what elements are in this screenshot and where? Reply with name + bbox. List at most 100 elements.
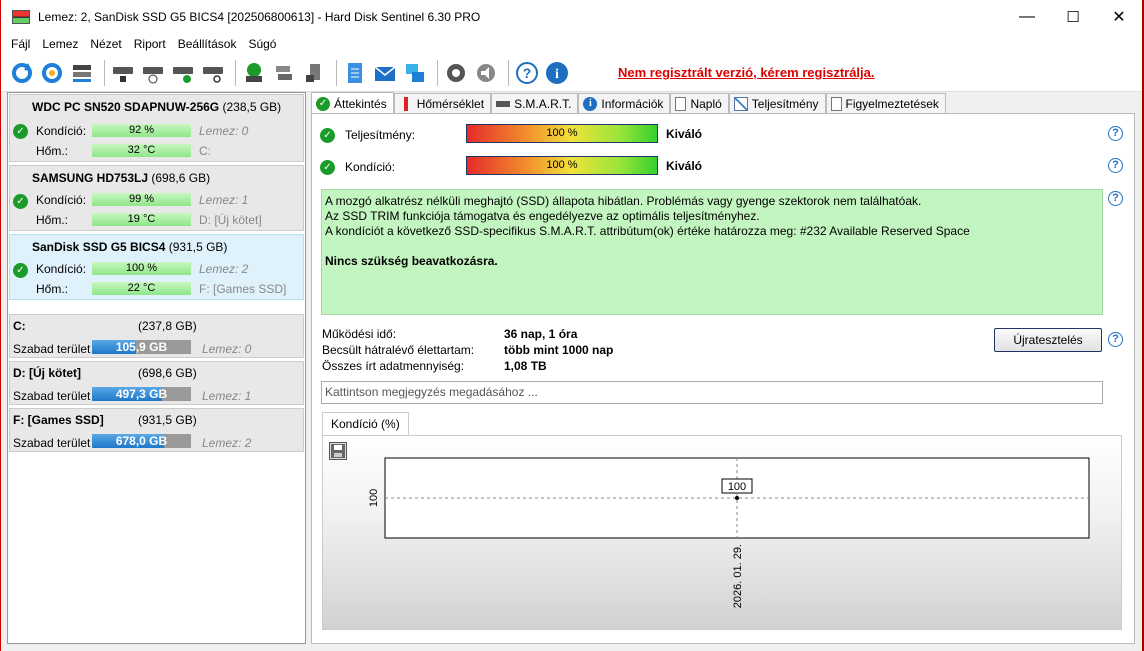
toolbar: ? i Nem regisztrált verzió, kérem regisz… [1, 54, 1142, 92]
ok-check-icon: ✓ [13, 194, 28, 209]
disk-check-icon[interactable] [170, 60, 196, 86]
condition-label: Kondíció: [36, 124, 87, 138]
menu-bar: Fájl Lemez Nézet Riport Beállítások Súgó [1, 34, 1142, 54]
refresh-icon[interactable] [9, 60, 35, 86]
document-icon [830, 97, 842, 111]
disk-index-hint: Lemez: 0 [199, 124, 249, 138]
tab-temperature[interactable]: Hőmérséklet [393, 93, 492, 114]
disk-info-icon[interactable] [110, 60, 136, 86]
free-space-value: 678,0 GB [115, 434, 168, 448]
partition-disk-hint: Lemez: 2 [202, 436, 252, 450]
partition-size: (237,8 GB) [138, 319, 197, 333]
partition-name: F: [Games SSD] [13, 413, 104, 427]
disk-name: WDC PC SN520 SDAPNUW-256G [32, 100, 220, 114]
free-space-bar: 497,3 GB [92, 387, 191, 401]
menu-disk[interactable]: Lemez [36, 37, 84, 51]
condition-label: Kondíció: [36, 262, 87, 276]
condition-bar: 100 % [466, 156, 658, 175]
disk-item-0[interactable]: WDC PC SN520 SDAPNUW-256G (238,5 GB) ✓ K… [9, 94, 304, 162]
disk-name: SanDisk SSD G5 BICS4 [32, 240, 166, 254]
chart-icon [733, 97, 748, 111]
usb-disk-icon[interactable] [301, 60, 327, 86]
tab-log[interactable]: Napló [670, 93, 729, 114]
free-space-value: 497,3 GB [115, 387, 168, 401]
menu-settings[interactable]: Beállítások [172, 37, 243, 51]
temperature-label: Hőm.: [36, 282, 69, 296]
lifetime-value: több mint 1000 nap [504, 343, 614, 357]
register-link[interactable]: Nem regisztrált verzió, kérem regisztrál… [618, 65, 875, 80]
disk-item-1[interactable]: SAMSUNG HD753LJ (698,6 GB) ✓ Kondíció: 9… [9, 165, 304, 231]
condition-bar: 99 % [92, 193, 191, 206]
tab-overview[interactable]: ✓ Áttekintés [311, 92, 394, 114]
disk-stack-icon[interactable] [271, 60, 297, 86]
ok-check-icon: ✓ [320, 127, 335, 143]
tab-information[interactable]: i Információk [578, 93, 671, 114]
tab-alerts[interactable]: Figyelmeztetések [825, 93, 946, 114]
network-icon[interactable] [402, 60, 428, 86]
refresh-all-icon[interactable] [39, 60, 65, 86]
svg-text:?: ? [523, 65, 532, 81]
condition-chart-svg: 100 100 2026. 01. 29. [368, 457, 1090, 608]
temperature-label: Hőm.: [36, 144, 69, 158]
uptime-value: 36 nap, 1 óra [504, 327, 578, 341]
tab-performance[interactable]: Teljesítmény [728, 93, 826, 114]
performance-row: ✓ Teljesítmény: [320, 125, 415, 145]
email-icon[interactable] [372, 60, 398, 86]
partition-item-2[interactable]: F: [Games SSD] (931,5 GB) Szabad terület… [9, 408, 304, 452]
note-input[interactable]: Kattintson megjegyzés megadásához ... [321, 381, 1103, 404]
written-value: 1,08 TB [504, 359, 547, 373]
help-icon[interactable]: ? [1108, 158, 1123, 173]
help-icon[interactable]: ? [1108, 126, 1123, 141]
partition-size: (931,5 GB) [138, 413, 197, 427]
disk-list-icon[interactable] [69, 60, 95, 86]
menu-help[interactable]: Súgó [242, 37, 282, 51]
close-button[interactable]: ✕ [1096, 0, 1142, 34]
disk-index-hint: Lemez: 2 [199, 262, 249, 276]
settings-gear-icon[interactable] [443, 60, 469, 86]
help-icon[interactable]: ? [1108, 332, 1123, 347]
minimize-button[interactable]: — [1004, 0, 1050, 34]
help-icon[interactable]: ? [1108, 191, 1123, 206]
disk-search-icon[interactable] [200, 60, 226, 86]
retest-button[interactable]: Újratesztelés [994, 328, 1102, 352]
menu-report[interactable]: Riport [128, 37, 172, 51]
disk-size: (698,6 GB) [151, 171, 211, 185]
condition-label: Kondíció: [36, 193, 87, 207]
sound-icon[interactable] [473, 60, 499, 86]
tab-smart[interactable]: S.M.A.R.T. [491, 93, 579, 114]
partition-name: C: [13, 319, 26, 333]
network-disk-icon[interactable] [241, 60, 267, 86]
temperature-bar: 32 °C [92, 144, 191, 157]
info-icon[interactable]: i [544, 60, 570, 86]
data-label: 100 [728, 481, 746, 493]
app-icon [12, 10, 30, 24]
uptime-label: Működési idő: [322, 327, 397, 341]
tab-strip: ✓ Áttekintés Hőmérséklet S.M.A.R.T. i Info… [311, 92, 946, 114]
message-action: Nincs szükség beavatkozásra. [325, 254, 498, 268]
report-icon[interactable] [342, 60, 368, 86]
maximize-button[interactable]: ☐ [1050, 0, 1096, 34]
disk-item-2[interactable]: SanDisk SSD G5 BICS4 (931,5 GB) ✓ Kondíc… [9, 234, 304, 300]
volume-hint: F: [Games SSD] [199, 282, 287, 296]
chart-tab-condition[interactable]: Kondíció (%) [322, 412, 409, 436]
disk-name: SAMSUNG HD753LJ [32, 171, 149, 185]
app-window: Lemez: 2, SanDisk SSD G5 BICS4 [20250680… [0, 0, 1144, 651]
partition-item-1[interactable]: D: [Új kötet] (698,6 GB) Szabad terület … [9, 361, 304, 405]
disk-icon [496, 97, 511, 111]
x-tick-label: 2026. 01. 29. [732, 544, 744, 608]
title-bar: Lemez: 2, SanDisk SSD G5 BICS4 [20250680… [1, 0, 1142, 34]
disk-clock-icon[interactable] [140, 60, 166, 86]
ok-check-icon: ✓ [13, 263, 28, 278]
menu-view[interactable]: Nézet [84, 37, 127, 51]
condition-bar: 100 % [92, 262, 191, 275]
svg-text:i: i [555, 67, 559, 82]
disk-size: (238,5 GB) [222, 100, 282, 114]
partition-item-0[interactable]: C: (237,8 GB) Szabad terület 105,9 GB Le… [9, 314, 304, 358]
ok-check-icon: ✓ [13, 124, 28, 139]
temperature-bar: 22 °C [92, 282, 191, 295]
window-title: Lemez: 2, SanDisk SSD G5 BICS4 [20250680… [38, 10, 481, 24]
menu-file[interactable]: Fájl [5, 37, 36, 51]
data-point [735, 496, 739, 500]
help-icon[interactable]: ? [514, 60, 540, 86]
written-label: Összes írt adatmennyiség: [322, 359, 465, 373]
